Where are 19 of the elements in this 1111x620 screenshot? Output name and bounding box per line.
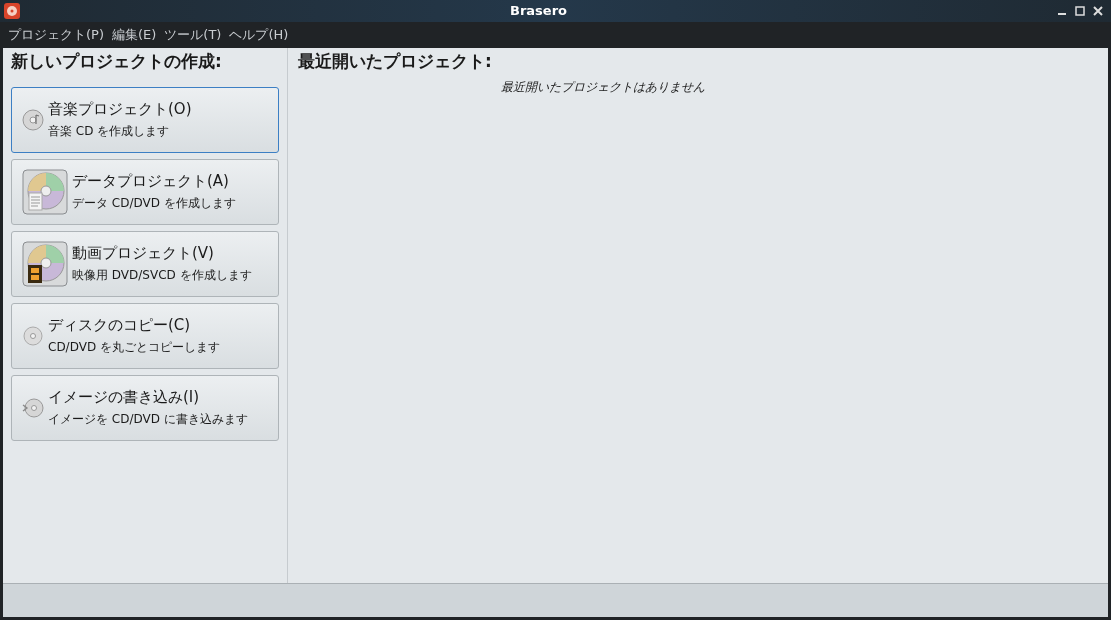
section-heading: 新しいプロジェクトの作成: [11, 50, 223, 73]
project-type-button[interactable]: 音楽プロジェクト(O) 音楽 CD を作成します [11, 86, 279, 153]
maximize-icon[interactable] [1075, 6, 1085, 16]
menu-item[interactable]: 編集(E) [108, 25, 161, 45]
project-type-button[interactable]: イメージの書き込み(I) イメージを CD/DVD に書き込みます [11, 374, 279, 441]
empty-message: 最近開いたプロジェクトはありません [501, 78, 705, 96]
music-disc-icon [22, 108, 44, 131]
project-type-button[interactable]: ディスクのコピー(C) CD/DVD を丸ごとコピーします [11, 302, 279, 369]
menu-item[interactable]: ヘルプ(H) [225, 25, 293, 45]
disc-burn-icon [22, 396, 44, 419]
window-title: Brasero [510, 2, 567, 21]
menu-item[interactable]: プロジェクト(P) [4, 25, 108, 45]
close-icon[interactable] [1093, 6, 1103, 16]
section-heading: 最近開いたプロジェクト: [298, 50, 493, 73]
project-type-button[interactable]: データプロジェクト(A) データ CD/DVD を作成します [11, 158, 279, 225]
menu-item[interactable]: ツール(T) [160, 25, 226, 45]
disc-icon [22, 324, 44, 347]
project-type-button[interactable]: 動画プロジェクト(V) 映像用 DVD/SVCD を作成します [11, 230, 279, 297]
app-icon [4, 3, 20, 19]
